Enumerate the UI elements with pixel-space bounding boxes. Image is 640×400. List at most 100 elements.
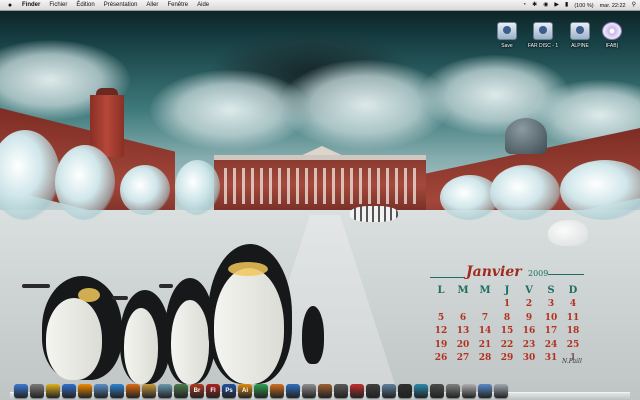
app-icon[interactable]: [382, 384, 396, 398]
app-icon[interactable]: [174, 384, 188, 398]
day-cell: 29: [500, 353, 514, 364]
penguin: [208, 244, 292, 384]
firefox-icon[interactable]: [126, 384, 140, 398]
desktop-icon-label: ALPINE: [571, 43, 589, 49]
day-cell: [474, 298, 496, 312]
app-icon[interactable]: [270, 384, 284, 398]
menu-finder[interactable]: Finder: [22, 0, 40, 11]
bluetooth-icon[interactable]: ✱: [532, 0, 537, 11]
weekday-label: V: [525, 285, 533, 297]
trash-icon[interactable]: [494, 384, 508, 398]
app-icon[interactable]: [366, 384, 380, 398]
desktop-icon-save[interactable]: Save: [490, 22, 524, 49]
day-cell: [430, 298, 452, 312]
app-icon[interactable]: [350, 384, 364, 398]
snowy-tree: [120, 165, 170, 215]
week-row: 1 2 3 4: [430, 298, 584, 312]
app-icon[interactable]: [286, 384, 300, 398]
wifi-icon[interactable]: ◉: [543, 0, 548, 11]
app-icon[interactable]: [430, 384, 444, 398]
menu-fichier[interactable]: Fichier: [49, 0, 67, 11]
mail-icon[interactable]: [94, 384, 108, 398]
illustrator-icon[interactable]: Ai: [238, 384, 252, 398]
week-row: 19 20 21 22 23 24 25: [430, 338, 584, 352]
spotlight-icon[interactable]: ⚲: [632, 0, 636, 11]
dreamweaver-icon[interactable]: [254, 384, 268, 398]
snowy-tree: [560, 160, 640, 220]
week-row: 12 13 14 15 16 17 18: [430, 325, 584, 339]
photo-icon[interactable]: [142, 384, 156, 398]
app-icon[interactable]: [446, 384, 460, 398]
snowy-tree: [490, 165, 560, 220]
day-cell: 27: [456, 353, 470, 364]
apple-menu-icon[interactable]: ●: [5, 2, 15, 9]
day-cell: 9: [525, 312, 533, 323]
safari-icon[interactable]: [110, 384, 124, 398]
day-cell: 17: [544, 326, 558, 337]
day-cell: 2: [525, 299, 533, 310]
app-icon[interactable]: [398, 384, 412, 398]
timemachine-icon[interactable]: ◔: [522, 0, 526, 11]
app-icon[interactable]: [334, 384, 348, 398]
app-icon[interactable]: [462, 384, 476, 398]
app-icon[interactable]: [318, 384, 332, 398]
menu-presentation[interactable]: Présentation: [104, 0, 138, 11]
flash-icon[interactable]: Fl: [206, 384, 220, 398]
penguin: [112, 290, 170, 384]
divider: [548, 274, 584, 275]
desktop-icon-alpine[interactable]: ALPINE: [563, 22, 597, 49]
weekday-label: M: [457, 285, 469, 297]
desktop-icon-ifab[interactable]: IFAB): [595, 22, 629, 49]
penguin: [22, 276, 122, 380]
desktop-icon-far-disc[interactable]: FAR DISC - 1: [526, 22, 560, 49]
menu-aller[interactable]: Aller: [146, 0, 158, 11]
snowy-tree: [55, 145, 115, 220]
menu-fenetre[interactable]: Fenêtre: [167, 0, 188, 11]
clock[interactable]: mar. 22:22: [600, 3, 626, 9]
week-row: 5 6 7 8 9 10 11: [430, 311, 584, 325]
day-cell: 13: [456, 326, 470, 337]
system-preferences-icon[interactable]: [30, 384, 44, 398]
menu-edition[interactable]: Édition: [76, 0, 94, 11]
drive-icon: [570, 22, 590, 40]
finder-icon[interactable]: [14, 384, 28, 398]
day-cell: 23: [522, 339, 536, 350]
day-cell: 5: [437, 312, 445, 323]
menu-aide[interactable]: Aide: [197, 0, 209, 11]
dock: Br Fl Ps Ai: [10, 376, 630, 400]
menu-bar: ● Finder Fichier Édition Présentation Al…: [0, 0, 640, 11]
palace-windows: [218, 168, 422, 204]
bridge-icon[interactable]: Br: [190, 384, 204, 398]
itunes-icon[interactable]: [62, 384, 76, 398]
calendar-grid: L M M J V S D 1 2 3 4 5 6 7 8 9 10 11 12: [430, 284, 584, 365]
battery-percent[interactable]: (100 %): [574, 3, 593, 9]
battery-icon[interactable]: ▮: [565, 0, 568, 11]
day-cell: 31: [544, 353, 558, 364]
app-icon[interactable]: [414, 384, 428, 398]
ichat-icon[interactable]: [46, 384, 60, 398]
weekday-label: S: [547, 285, 555, 297]
day-cell: 18: [566, 326, 580, 337]
day-cell: 19: [434, 339, 448, 350]
day-cell: 30: [522, 353, 536, 364]
desktop-icon-label: IFAB): [605, 43, 619, 49]
menu-extras: ◔ ✱ ◉ ▶ ▮ (100 %) mar. 22:22 ⚲: [522, 0, 636, 11]
preview-icon[interactable]: [158, 384, 172, 398]
weekday-label: D: [568, 285, 578, 297]
calendar-month: Janvier: [466, 264, 522, 280]
penguin: [302, 306, 324, 364]
folder-icon[interactable]: [478, 384, 492, 398]
drive-icon: [533, 22, 553, 40]
drive-icon: [497, 22, 517, 40]
day-cell: 21: [478, 339, 492, 350]
photoshop-icon[interactable]: Ps: [222, 384, 236, 398]
day-cell: 24: [544, 339, 558, 350]
weekday-label: M: [479, 285, 491, 297]
day-cell: 28: [478, 353, 492, 364]
day-cell: 15: [500, 326, 514, 337]
volume-icon[interactable]: ▶: [554, 0, 559, 11]
snowy-tree: [175, 160, 220, 215]
app-icon[interactable]: [302, 384, 316, 398]
day-cell: 20: [456, 339, 470, 350]
vlc-icon[interactable]: [78, 384, 92, 398]
